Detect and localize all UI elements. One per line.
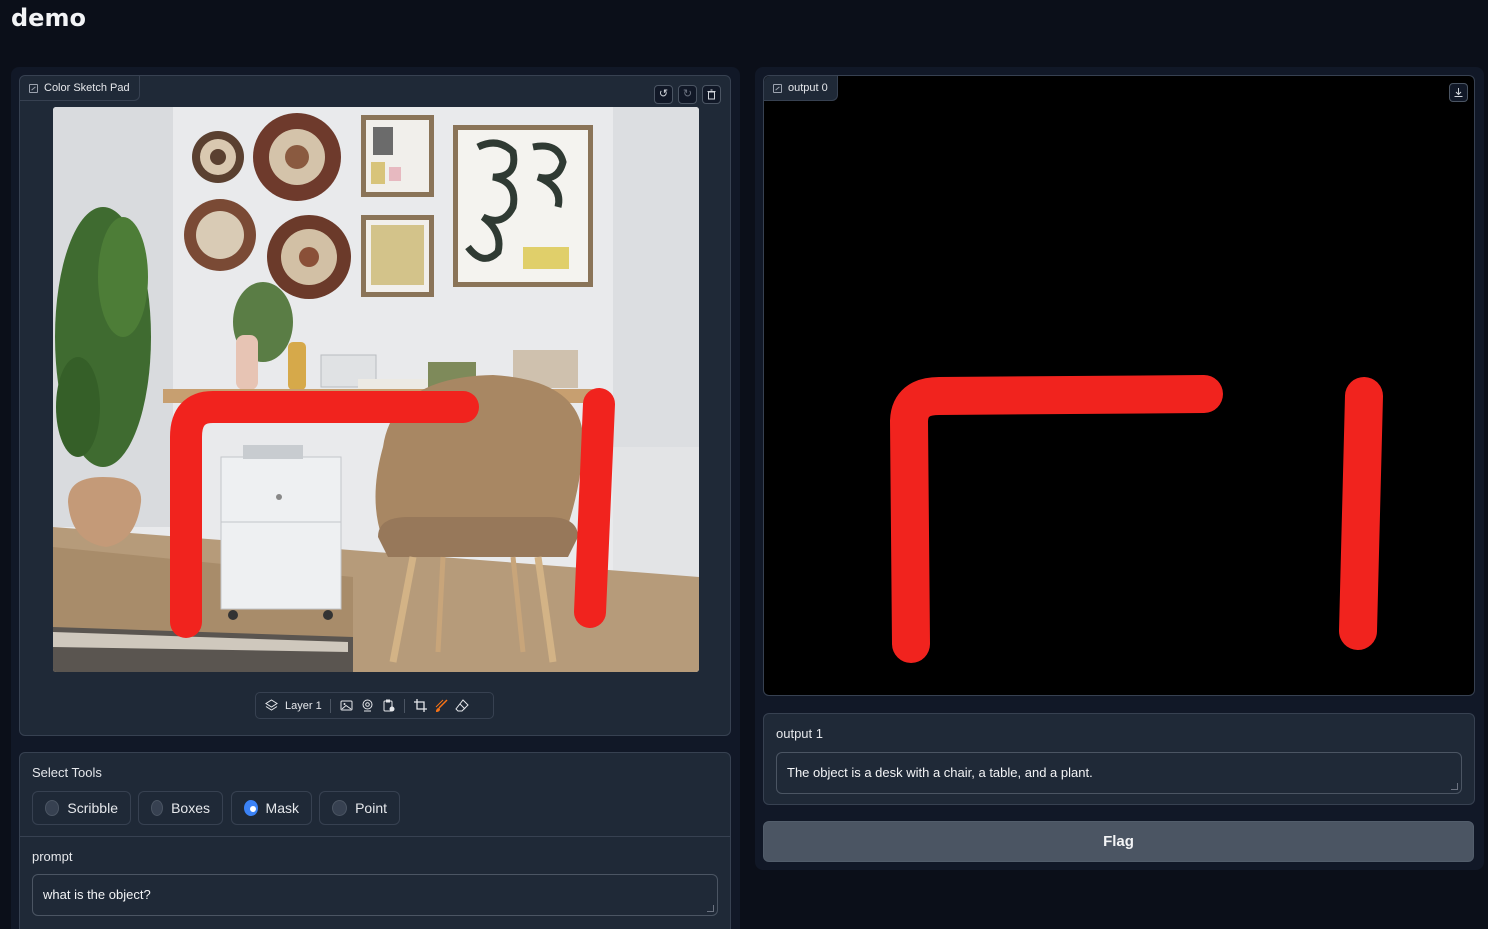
radio-mask[interactable]: Mask bbox=[231, 791, 312, 825]
flag-button[interactable]: Flag bbox=[763, 821, 1474, 862]
prompt-label: prompt bbox=[32, 849, 73, 864]
left-column: Color Sketch Pad ↺ ↻ Layer 1 Select Tool… bbox=[11, 67, 740, 929]
image-icon bbox=[29, 83, 38, 93]
trash-icon[interactable] bbox=[702, 85, 721, 104]
radio-boxes[interactable]: Boxes bbox=[138, 791, 223, 825]
redo-icon[interactable]: ↻ bbox=[678, 85, 697, 104]
radio-button[interactable] bbox=[151, 800, 164, 816]
radio-label: Mask bbox=[265, 800, 299, 816]
output-mask-image bbox=[890, 375, 1383, 663]
radio-label: Point bbox=[355, 800, 387, 816]
crop-icon[interactable] bbox=[413, 698, 428, 713]
radio-button[interactable] bbox=[45, 800, 60, 816]
upload-image-icon[interactable] bbox=[339, 698, 354, 713]
select-tools-label: Select Tools bbox=[32, 765, 102, 780]
toolbar-divider bbox=[403, 698, 405, 713]
resize-handle[interactable] bbox=[1451, 783, 1458, 790]
undo-icon[interactable]: ↺ bbox=[654, 85, 673, 104]
radio-button[interactable] bbox=[332, 800, 348, 816]
eraser-icon[interactable] bbox=[455, 698, 470, 713]
prompt-input[interactable]: what is the object? bbox=[32, 874, 718, 916]
tools-panel: Select Tools prompt what is the object? bbox=[19, 752, 731, 929]
radio-label: Scribble bbox=[67, 800, 118, 816]
paste-icon[interactable] bbox=[381, 698, 396, 713]
output0-panel: output 0 bbox=[763, 75, 1475, 696]
radio-label: Boxes bbox=[171, 800, 210, 816]
sketch-toolbar: Layer 1 bbox=[255, 692, 494, 719]
download-icon[interactable] bbox=[1449, 83, 1468, 102]
app-title: demo bbox=[11, 4, 86, 32]
sketch-pad-panel: Color Sketch Pad ↺ ↻ bbox=[19, 75, 731, 736]
sketch-pad-label-text: Color Sketch Pad bbox=[44, 82, 130, 94]
right-column: output 0 output 1 The object is a desk w… bbox=[755, 67, 1484, 870]
output1-panel: output 1 The object is a desk with a cha… bbox=[763, 713, 1475, 805]
output1-value: The object is a desk with a chair, a tab… bbox=[787, 765, 1093, 780]
section-divider bbox=[20, 836, 730, 837]
image-icon bbox=[773, 83, 782, 93]
webcam-icon[interactable] bbox=[360, 698, 375, 713]
output1-label: output 1 bbox=[776, 726, 823, 741]
brush-icon[interactable] bbox=[434, 698, 449, 713]
resize-handle[interactable] bbox=[707, 905, 714, 912]
room-photo bbox=[53, 107, 699, 672]
output0-label-text: output 0 bbox=[788, 82, 828, 94]
layer-label[interactable]: Layer 1 bbox=[285, 700, 322, 712]
output1-textbox[interactable]: The object is a desk with a chair, a tab… bbox=[776, 752, 1462, 794]
sketch-canvas[interactable] bbox=[53, 107, 699, 672]
sketch-pad-label: Color Sketch Pad bbox=[20, 76, 140, 101]
toolbar-divider bbox=[329, 698, 331, 713]
prompt-input-value: what is the object? bbox=[43, 887, 151, 902]
radio-scribble[interactable]: Scribble bbox=[32, 791, 131, 825]
output0-label: output 0 bbox=[764, 76, 838, 101]
layers-icon[interactable] bbox=[264, 698, 279, 713]
radio-point[interactable]: Point bbox=[319, 791, 400, 825]
radio-button-selected[interactable] bbox=[244, 800, 258, 816]
